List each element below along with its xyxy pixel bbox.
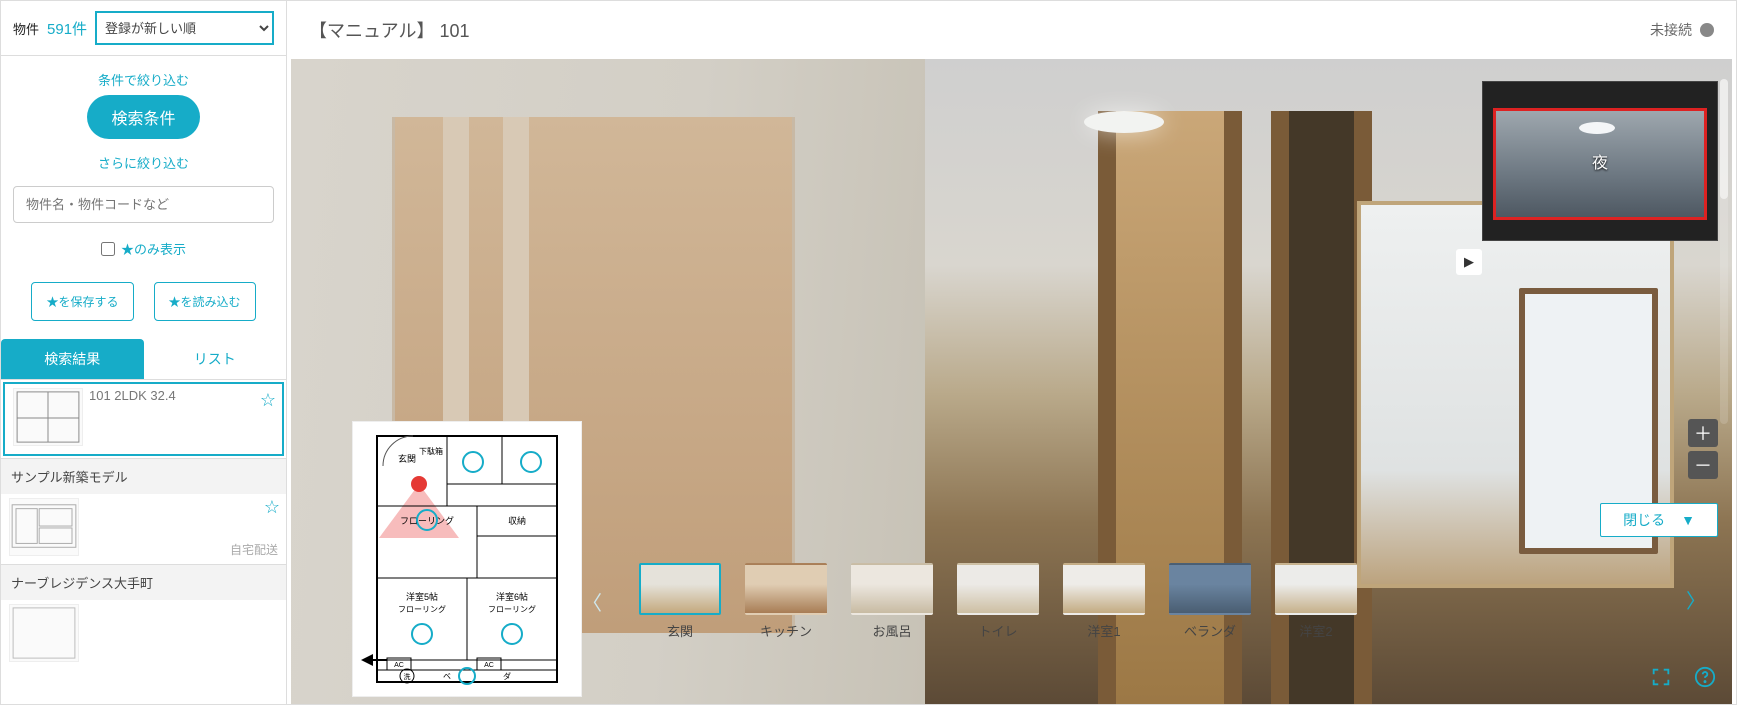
result-subtext: 自宅配送	[230, 541, 278, 558]
close-button[interactable]: 閉じる ▼	[1600, 503, 1718, 537]
result-card[interactable]: ナーブレジデンス大手町	[1, 564, 286, 670]
svg-text:玄関: 玄関	[398, 453, 416, 464]
thumbnail-strip: 〈 玄関 キッチン お風呂 トイレ	[581, 563, 1718, 640]
svg-text:ダ: ダ	[503, 671, 511, 681]
svg-text:AC: AC	[484, 662, 494, 669]
scene-thumb-label: 洋室1	[1087, 621, 1120, 640]
star-only-filter[interactable]: ★のみ表示	[101, 239, 186, 258]
filter-link[interactable]: 条件で絞り込む	[98, 70, 189, 89]
main-area: 【マニュアル】 101 未接続 夜 ▶ ＋	[287, 1, 1736, 704]
scene-thumb-image	[957, 563, 1039, 615]
fullscreen-icon[interactable]	[1648, 664, 1674, 690]
variant-scrollbar[interactable]	[1720, 79, 1728, 424]
svg-text:収納: 収納	[508, 515, 526, 526]
connection-indicator-icon	[1700, 23, 1714, 37]
scene-thumb-label: お風呂	[872, 621, 911, 640]
floorplan-thumb	[13, 388, 83, 446]
scene-thumb-image	[851, 563, 933, 615]
sidebar-body: 条件で絞り込む 検索条件 さらに絞り込む ★のみ表示 ★を保存する ★を読み込む	[1, 56, 286, 339]
connection-status: 未接続	[1650, 20, 1714, 40]
property-label: 物件	[13, 19, 39, 38]
play-icon[interactable]: ▶	[1456, 249, 1482, 275]
tabs: 検索結果 リスト	[1, 339, 286, 379]
search-conditions-button[interactable]: 検索条件	[87, 95, 199, 139]
scene-thumb-room1[interactable]: 洋室1	[1063, 563, 1145, 640]
help-icon[interactable]	[1692, 664, 1718, 690]
scene-thumb-label: ベランダ	[1184, 621, 1236, 640]
carousel-next-button[interactable]: 〉	[1686, 585, 1706, 614]
tab-results[interactable]: 検索結果	[1, 339, 144, 379]
scene-thumb-image	[1169, 563, 1251, 615]
search-input[interactable]	[13, 186, 274, 223]
scene-thumb-label: トイレ	[978, 621, 1017, 640]
scene-thumb-room2[interactable]: 洋室2	[1275, 563, 1357, 640]
zoom-controls: ＋ －	[1688, 419, 1718, 479]
svg-text:下駄箱: 下駄箱	[419, 446, 443, 456]
star-only-checkbox[interactable]	[101, 242, 115, 256]
scene-thumb-kitchen[interactable]: キッチン	[745, 563, 827, 640]
floorplan-overlay[interactable]: 玄関 下駄箱 フローリング 収納 洋室5帖	[353, 422, 581, 696]
scene-thumb-balcony[interactable]: ベランダ	[1169, 563, 1251, 640]
tab-list[interactable]: リスト	[144, 339, 287, 379]
svg-text:フローリング: フローリング	[400, 515, 454, 526]
scene-thumb-bath[interactable]: お風呂	[851, 563, 933, 640]
page-title: 【マニュアル】 101	[309, 17, 470, 43]
svg-text:ベ: ベ	[443, 672, 451, 681]
chevron-down-icon: ▼	[1681, 512, 1695, 528]
carousel-prev-button[interactable]: 〈	[581, 587, 603, 616]
sort-select[interactable]: 登録が新しい順	[95, 11, 274, 45]
scene-thumb-image	[639, 563, 721, 615]
connection-label: 未接続	[1650, 20, 1692, 40]
scene-thumb-image	[1063, 563, 1145, 615]
close-label: 閉じる	[1623, 510, 1665, 530]
floorplan-thumb	[9, 498, 79, 556]
star-only-label: ★のみ表示	[121, 239, 186, 258]
panorama-viewer[interactable]: 夜 ▶ ＋ － 閉じる ▼ 玄関 下駄箱	[291, 59, 1732, 704]
svg-text:フローリング: フローリング	[488, 604, 536, 614]
panorama-image	[1084, 111, 1164, 133]
variant-thumbnail[interactable]: 夜	[1482, 81, 1718, 241]
floorplan-thumb	[9, 604, 79, 662]
svg-text:洋室5帖: 洋室5帖	[406, 591, 438, 602]
svg-text:フローリング: フローリング	[398, 604, 446, 614]
svg-text:AC: AC	[394, 662, 404, 669]
variant-thumbnail-label: 夜	[1483, 82, 1717, 240]
scene-thumb-image	[745, 563, 827, 615]
svg-text:洗: 洗	[404, 672, 411, 681]
scene-thumb-label: キッチン	[760, 621, 812, 640]
zoom-in-button[interactable]: ＋	[1688, 419, 1718, 447]
scene-thumb-toilet[interactable]: トイレ	[957, 563, 1039, 640]
results-list: ☆ 101 2LDK 32.4 サンプル新築モデル ☆ 自宅配送	[1, 379, 286, 670]
save-favorites-button[interactable]: ★を保存する	[31, 282, 133, 321]
footer-actions	[1648, 664, 1718, 690]
property-count: 591件	[47, 18, 87, 39]
result-card[interactable]: ☆ 101 2LDK 32.4	[3, 382, 284, 456]
scene-thumb-image	[1275, 563, 1357, 615]
result-title: ナーブレジデンス大手町	[11, 573, 153, 592]
scene-thumb-label: 洋室2	[1299, 621, 1332, 640]
result-card[interactable]: サンプル新築モデル ☆ 自宅配送	[1, 458, 286, 564]
sidebar: 物件 591件 登録が新しい順 条件で絞り込む 検索条件 さらに絞り込む ★のみ…	[1, 1, 287, 704]
main-header: 【マニュアル】 101 未接続	[287, 1, 1736, 59]
refine-link[interactable]: さらに絞り込む	[98, 153, 189, 172]
load-favorites-button[interactable]: ★を読み込む	[154, 282, 256, 321]
scene-thumb-entrance[interactable]: 玄関	[639, 563, 721, 640]
result-title: サンプル新築モデル	[11, 467, 128, 486]
zoom-out-button[interactable]: －	[1688, 451, 1718, 479]
scene-thumb-label: 玄関	[667, 621, 693, 640]
svg-text:洋室6帖: 洋室6帖	[496, 591, 528, 602]
result-title: 101 2LDK 32.4	[89, 388, 176, 403]
sidebar-header: 物件 591件 登録が新しい順	[1, 1, 286, 56]
